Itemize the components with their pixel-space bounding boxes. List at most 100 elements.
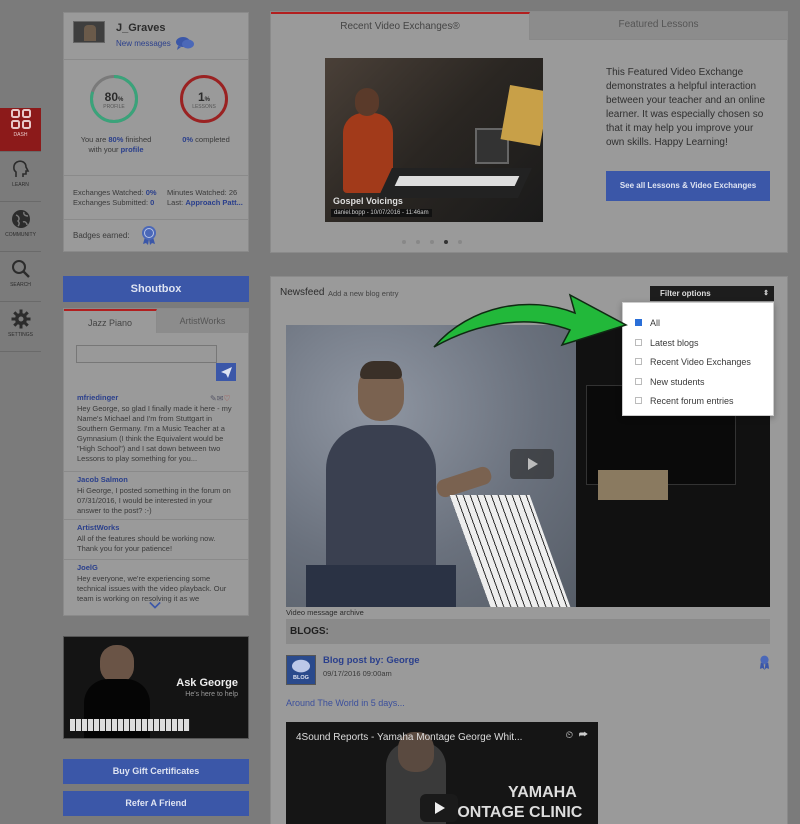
side-nav: DASH LEARN COMMUNITY SEARCH SETTINGS — [0, 102, 41, 352]
watch-later-icon[interactable]: ⏲ — [565, 730, 573, 741]
filter-option-recent-forum-entries[interactable]: Recent forum entries — [635, 394, 734, 408]
tab-artistworks-label: ArtistWorks — [179, 316, 226, 326]
select-arrows-icon: ⇕ — [763, 290, 769, 297]
green-arrow-annotation — [433, 293, 628, 348]
buy-gift-certificates-button[interactable]: Buy Gift Certificates — [63, 759, 249, 784]
filter-option-latest-blogs[interactable]: Latest blogs — [635, 336, 699, 350]
carousel-dot[interactable] — [430, 240, 434, 244]
featured-description: This Featured Video Exchange demonstrate… — [606, 67, 766, 148]
share-icon[interactable]: ➦ — [579, 730, 588, 741]
gear-icon — [11, 309, 30, 329]
filter-option-recent-video-label: Recent Video Exchanges — [650, 357, 751, 367]
shout-text: Hey George, so glad I finally made it he… — [77, 404, 232, 463]
play-button[interactable] — [510, 449, 554, 479]
tab-recent-video-exchanges[interactable]: Recent Video Exchanges® — [271, 12, 530, 40]
blog-post-title[interactable]: Blog post by: George — [323, 655, 420, 666]
carousel-dot[interactable] — [402, 240, 406, 244]
shout-user[interactable]: ArtistWorks — [77, 523, 235, 532]
username[interactable]: J_Graves — [116, 22, 166, 34]
checkbox-new-students[interactable] — [635, 378, 642, 386]
ask-george-banner[interactable]: Ask George He's here to help — [63, 636, 249, 739]
filter-option-recent-video-exchanges[interactable]: Recent Video Exchanges — [635, 355, 751, 369]
nav-search[interactable]: SEARCH — [0, 258, 41, 302]
add-blog-entry-link[interactable]: Add a new blog entry — [328, 289, 398, 298]
last-lesson-link[interactable]: Approach Patt... — [185, 198, 243, 207]
tab-featured-lessons[interactable]: Featured Lessons — [530, 12, 787, 40]
badges-divider — [64, 219, 248, 220]
stats-divider — [64, 175, 248, 176]
ask-george-subtitle: He's here to help — [185, 691, 238, 698]
avatar[interactable] — [73, 21, 105, 43]
shout-input[interactable] — [76, 345, 217, 363]
nav-community[interactable]: COMMUNITY — [0, 208, 41, 252]
checkbox-all[interactable] — [635, 319, 642, 327]
shout-message: mfriedinger Hey George, so glad I finall… — [64, 393, 248, 474]
embed-video-title: 4Sound Reports - Yamaha Montage George W… — [296, 732, 523, 743]
checkbox-latest-blogs[interactable] — [635, 339, 642, 347]
tab-jazz-label: Jazz Piano — [87, 318, 133, 328]
edit-icon[interactable]: ✎ — [210, 394, 217, 403]
embed-overlay-brand: YAMAHA — [508, 784, 577, 801]
blogs-header-label: BLOGS: — [290, 626, 329, 637]
dashboard-icon — [10, 109, 31, 129]
nav-settings[interactable]: SETTINGS — [0, 308, 41, 352]
profile-finished-text: You are 80% finished with your profile — [70, 135, 162, 155]
chevron-down-icon — [149, 601, 161, 609]
tab-featured-label: Featured Lessons — [618, 19, 699, 30]
play-icon — [528, 458, 538, 470]
minutes-watched-value: 26 — [228, 188, 238, 197]
blog-post-date: 09/17/2016 09:00am — [323, 669, 392, 678]
carousel-dot-active[interactable] — [444, 240, 448, 244]
shout-separator — [64, 559, 248, 560]
finished-prefix: You are — [80, 135, 109, 144]
exchanges-submitted-label: Exchanges Submitted: — [73, 198, 151, 207]
embedded-video[interactable]: 4Sound Reports - Yamaha Montage George W… — [286, 722, 598, 824]
featured-video[interactable]: Gospel Voicings daniel.bopp - 10/07/2016… — [325, 58, 543, 222]
chat-icon[interactable] — [176, 36, 194, 50]
filter-option-latest-blogs-label: Latest blogs — [650, 338, 699, 348]
lessons-count: 1 — [197, 90, 205, 104]
checkbox-recent-forum-entries[interactable] — [635, 397, 642, 405]
tab-artistworks[interactable]: ArtistWorks — [157, 309, 248, 333]
filter-options-select[interactable]: Filter options ⇕ — [650, 286, 774, 301]
filter-option-new-students[interactable]: New students — [635, 375, 705, 389]
embed-play-button[interactable] — [420, 794, 458, 822]
filter-option-all-label: All — [650, 318, 661, 328]
blogs-header: BLOGS: — [286, 619, 770, 644]
minutes-watched-label: Minutes Watched: — [167, 188, 229, 197]
send-shout-button[interactable] — [216, 363, 236, 381]
video-archive-link[interactable]: Video message archive — [286, 608, 364, 617]
tab-jazz-piano[interactable]: Jazz Piano — [64, 309, 157, 333]
exchanges-submitted-value: 0 — [150, 198, 155, 207]
lessons-progress-ring: 1% LESSONS — [180, 75, 228, 123]
checkbox-recent-video-exchanges[interactable] — [635, 358, 642, 366]
carousel-dot[interactable] — [416, 240, 420, 244]
carousel-dot[interactable] — [458, 240, 462, 244]
featured-video-meta: daniel.bopp - 10/07/2016 - 11:46am — [331, 209, 432, 217]
new-messages-link[interactable]: New messages — [116, 39, 171, 48]
profile-link[interactable]: profile — [121, 145, 144, 154]
speech-bubble-icon — [292, 659, 310, 673]
shout-list: mfriedinger Hey George, so glad I finall… — [64, 393, 248, 603]
shout-user[interactable]: Jacob Salmon — [77, 475, 235, 484]
heart-icon[interactable]: ♡ — [223, 394, 230, 403]
featured-video-title: Gospel Voicings — [333, 196, 403, 206]
nav-learn[interactable]: LEARN — [0, 158, 41, 202]
blog-post-link[interactable]: Around The World in 5 days... — [286, 698, 405, 708]
filter-option-all[interactable]: All — [635, 316, 660, 330]
scroll-down-button[interactable] — [144, 597, 166, 613]
finished-mid: finished — [123, 135, 152, 144]
featured-card: Recent Video Exchanges® Featured Lessons… — [270, 11, 788, 253]
filter-options-label: Filter options — [660, 289, 711, 298]
blog-avatar[interactable]: BLOG — [286, 655, 316, 685]
shout-text: Hi George, I posted something in the for… — [77, 486, 231, 515]
profile-progress-ring: 80% PROFILE — [90, 75, 138, 123]
badge-icon[interactable] — [141, 225, 157, 245]
bookmark-badge-icon[interactable] — [759, 655, 770, 670]
see-all-lessons-button[interactable]: See all Lessons & Video Exchanges — [606, 171, 770, 201]
refer-a-friend-button[interactable]: Refer A Friend — [63, 791, 249, 816]
shout-separator — [64, 519, 248, 520]
nav-dash[interactable]: DASH — [0, 108, 41, 152]
nav-dash-label: DASH — [13, 132, 28, 138]
shout-user[interactable]: JoelG — [77, 563, 235, 572]
